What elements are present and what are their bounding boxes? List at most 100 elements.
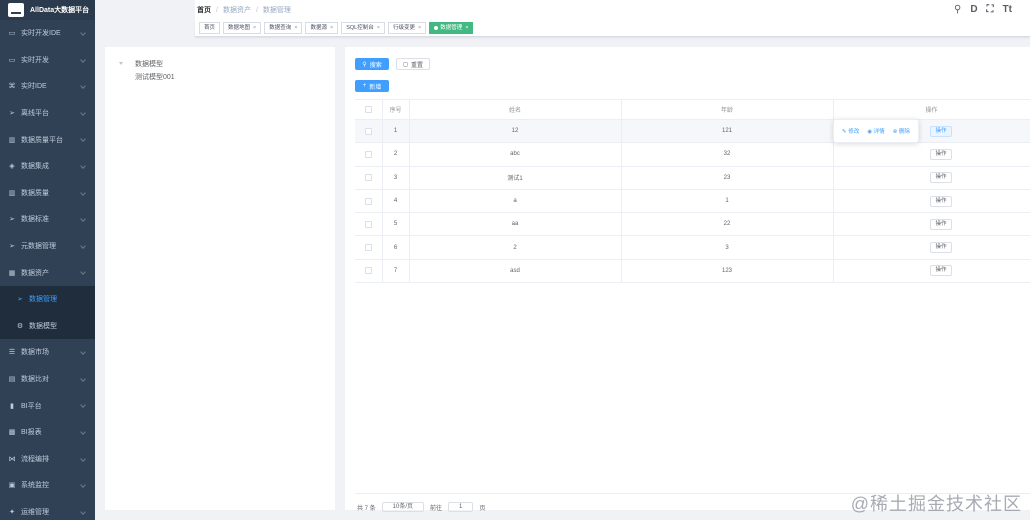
table-row[interactable]: 3 测试1 23 操作 xyxy=(355,166,1030,190)
sidebar-item[interactable]: ▮ BI平台 xyxy=(0,392,95,419)
cell-age: 23 xyxy=(621,166,834,190)
sidebar-item-label: 数据资产 xyxy=(21,269,49,277)
tag-item[interactable]: SQL控制台 × xyxy=(341,22,385,34)
sidebar-item-label: 实时IDE xyxy=(21,83,47,91)
sidebar-item-label: 运维管理 xyxy=(21,508,49,516)
operation-button[interactable]: 操作 xyxy=(930,195,952,207)
tag-item[interactable]: 数据管理 × xyxy=(429,22,474,34)
operation-button[interactable]: 操作 xyxy=(930,148,952,160)
sidebar-item[interactable]: ✦ 运维管理 xyxy=(0,499,95,520)
content-panel: ⚲ 搜索 ◻ 重置 + 新增 序号 姓名 年龄 操作 1 12 121 操作 2 abc 3… xyxy=(345,47,1030,512)
sidebar-item[interactable]: ▭ 实时开发IDE xyxy=(0,20,95,47)
tag-item[interactable]: 数据源 × xyxy=(305,22,339,34)
search-button[interactable]: ⚲ 搜索 xyxy=(355,58,389,70)
cell-name: 测试1 xyxy=(409,166,622,190)
row-checkbox[interactable] xyxy=(364,127,372,135)
sidebar-item[interactable]: ▩ BI报表 xyxy=(0,419,95,446)
pagination: 共 7 条 10条/页 前往 1 页 xyxy=(357,502,485,512)
send-icon: ➢ xyxy=(17,296,23,304)
doc-icon[interactable]: D xyxy=(970,4,977,16)
close-icon[interactable]: × xyxy=(377,25,380,31)
sidebar-item[interactable]: ➢ 元数据管理 xyxy=(0,233,95,260)
font-size-icon[interactable]: Tt xyxy=(1003,4,1012,16)
cell-name: aa xyxy=(409,212,622,237)
tag-label: 数据源 xyxy=(310,25,327,31)
sidebar-item[interactable]: ▭ 实时开发 xyxy=(0,47,95,74)
edit-link[interactable]: ✎ 修改 xyxy=(842,127,859,135)
operation-button[interactable]: 操作 xyxy=(930,125,952,137)
data-table: 序号 姓名 年龄 操作 1 12 121 操作 2 abc 32 操作 3 测试1 23 操作 4 a 1 操… xyxy=(355,99,1030,284)
delete-link[interactable]: ⊗ 删除 xyxy=(893,127,910,135)
sidebar-item[interactable]: ▥ 数据质量平台 xyxy=(0,126,95,153)
breadcrumb-separator: / xyxy=(216,6,218,14)
refresh-icon: ◻ xyxy=(403,61,408,68)
detail-link[interactable]: ◉ 详情 xyxy=(867,127,884,135)
close-icon[interactable]: × xyxy=(253,25,256,31)
chevron-down-icon xyxy=(80,189,86,196)
cell-no: 1 xyxy=(382,119,410,144)
sidebar-item[interactable]: ▦ 数据资产 xyxy=(0,259,95,286)
tag-label: 行级变更 xyxy=(392,25,415,31)
select-all-checkbox[interactable] xyxy=(364,105,372,113)
tree-node-child[interactable]: 测试模型001 xyxy=(135,72,175,82)
operation-button[interactable]: 操作 xyxy=(930,218,952,230)
row-select-cell xyxy=(355,166,383,190)
tag-item[interactable]: 行级变更 × xyxy=(387,22,427,34)
row-checkbox[interactable] xyxy=(364,197,372,205)
table-row[interactable]: 2 abc 32 操作 xyxy=(355,142,1030,167)
sidebar-item[interactable]: ➢ 离线平台 xyxy=(0,100,95,127)
send-icon: ➢ xyxy=(9,216,15,224)
row-checkbox[interactable] xyxy=(364,244,372,252)
brand[interactable]: AllData大数据平台 xyxy=(0,0,95,20)
sidebar-item[interactable]: ◈ 数据集成 xyxy=(0,153,95,180)
row-select-cell xyxy=(355,142,383,167)
breadcrumb-item-home[interactable]: 首页 xyxy=(197,5,211,15)
table-row[interactable]: 4 a 1 操作 xyxy=(355,189,1030,214)
page-jump-input[interactable]: 1 xyxy=(448,502,474,512)
operation-button[interactable]: 操作 xyxy=(930,242,952,254)
close-icon[interactable]: × xyxy=(294,25,297,31)
operation-button[interactable]: 操作 xyxy=(930,172,952,184)
table-row[interactable]: 7 asd 123 操作 xyxy=(355,259,1030,284)
sidebar-item[interactable]: ⚙ 数据模型 xyxy=(0,312,95,340)
tag-item[interactable]: 数据查询 × xyxy=(264,22,303,34)
chevron-down-icon xyxy=(80,402,86,409)
page-size-select[interactable]: 10条/页 xyxy=(381,502,425,512)
cell-name: a xyxy=(409,189,622,214)
row-checkbox[interactable] xyxy=(364,220,372,228)
close-icon[interactable]: × xyxy=(465,25,468,31)
sidebar-item[interactable]: ▤ 数据比对 xyxy=(0,366,95,393)
sidebar-item[interactable]: ⋈ 流程编排 xyxy=(0,446,95,473)
row-checkbox[interactable] xyxy=(364,150,372,158)
fullscreen-icon[interactable]: ⛶ xyxy=(987,4,994,16)
sidebar-item[interactable]: ➢ 数据管理 xyxy=(0,285,95,313)
search-icon[interactable]: ⚲ xyxy=(954,4,961,16)
cell-action: 操作 xyxy=(833,166,1030,190)
tag-item[interactable]: 数据地图 × xyxy=(223,22,262,34)
tag-item[interactable]: 首页 xyxy=(199,22,221,34)
logo-icon xyxy=(8,3,24,17)
row-select-cell xyxy=(355,235,383,260)
row-checkbox[interactable] xyxy=(364,267,372,275)
sidebar-item[interactable]: ⌘ 实时IDE xyxy=(0,73,95,100)
chevron-down-icon xyxy=(80,508,86,515)
sidebar-item[interactable]: ☰ 数据市场 xyxy=(0,339,95,366)
monitor-icon: ▭ xyxy=(8,56,16,64)
caret-down-icon[interactable] xyxy=(119,62,123,65)
table-row[interactable]: 5 aa 22 操作 xyxy=(355,212,1030,237)
tag-label: 数据查询 xyxy=(269,25,292,31)
add-button[interactable]: + 新增 xyxy=(355,80,389,92)
sidebar-item[interactable]: ▥ 数据质量 xyxy=(0,180,95,207)
reset-button[interactable]: ◻ 重置 xyxy=(396,58,430,70)
table-row[interactable]: 1 12 121 操作 xyxy=(355,119,1030,144)
sidebar-item[interactable]: ➢ 数据标准 xyxy=(0,206,95,233)
tree-node-root[interactable]: 数据模型 xyxy=(135,59,163,69)
sidebar-item[interactable]: ▣ 系统监控 xyxy=(0,472,95,499)
close-icon[interactable]: × xyxy=(330,25,333,31)
row-checkbox[interactable] xyxy=(364,174,372,182)
operation-button[interactable]: 操作 xyxy=(930,265,952,277)
table-row[interactable]: 6 2 3 操作 xyxy=(355,235,1030,260)
chevron-down-icon xyxy=(80,56,86,63)
close-icon[interactable]: × xyxy=(418,25,421,31)
plus-icon: + xyxy=(362,83,367,89)
